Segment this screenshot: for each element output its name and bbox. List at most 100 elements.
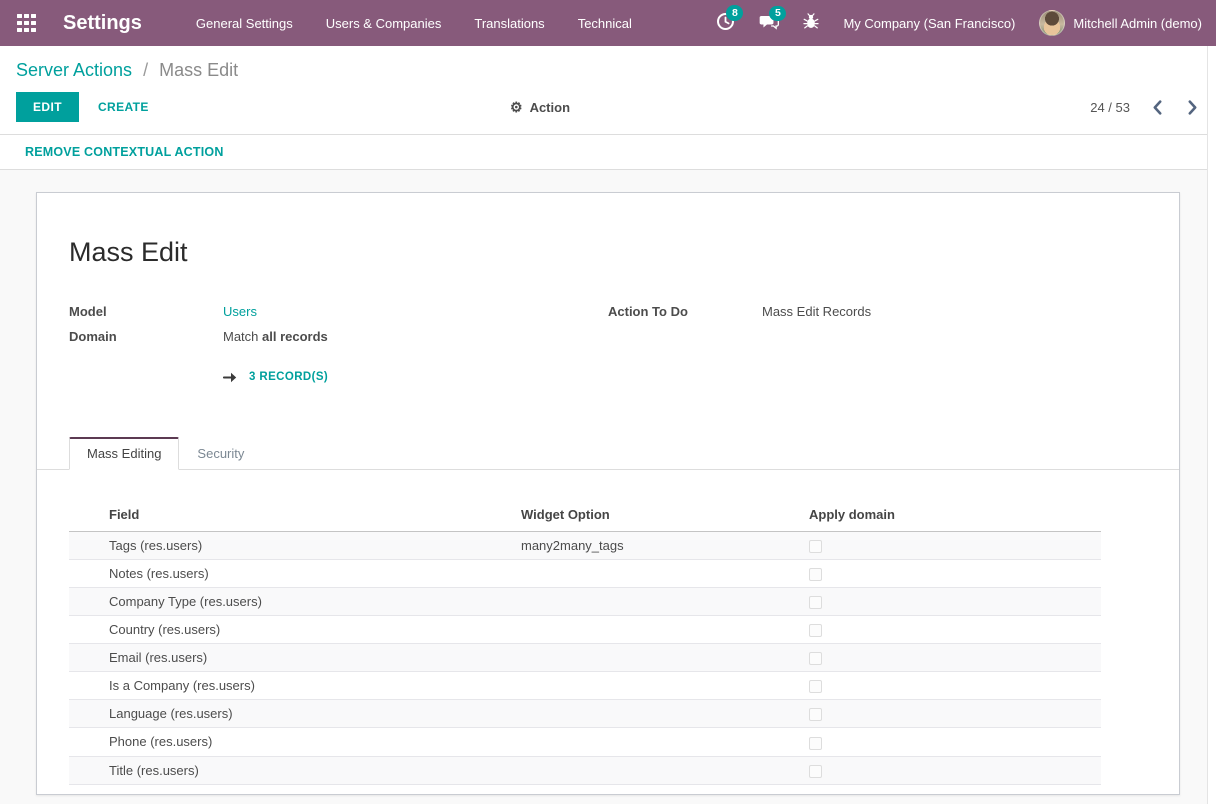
remove-contextual-action-button[interactable]: REMOVE CONTEXTUAL ACTION: [25, 145, 224, 159]
apply-domain-checkbox[interactable]: [809, 568, 822, 581]
messages-count-badge: 5: [769, 6, 786, 22]
field-cell: Language (res.users): [69, 700, 521, 728]
field-domain: Domain Match all records: [69, 329, 608, 344]
tab-security[interactable]: Security: [179, 437, 262, 470]
field-action-to-do: Action To Do Mass Edit Records: [608, 304, 1147, 319]
widget-cell: [521, 616, 809, 644]
form-sheet: Mass Edit Model Users Domain Match all r…: [36, 192, 1180, 795]
apply-domain-checkbox[interactable]: [809, 765, 822, 778]
tab-content-mass-editing: Field Widget Option Apply domain Tags (r…: [69, 470, 1147, 785]
apps-grid-icon[interactable]: [17, 14, 36, 33]
arrow-right-icon: [223, 371, 238, 384]
apply-domain-cell: [809, 756, 1101, 784]
form-view: Mass Edit Model Users Domain Match all r…: [0, 170, 1216, 804]
menu-item-technical[interactable]: Technical: [578, 16, 632, 31]
field-group-left: Model Users Domain Match all records 3 R…: [69, 304, 608, 395]
company-switcher[interactable]: My Company (San Francisco): [843, 16, 1015, 31]
menu-item-translations[interactable]: Translations: [474, 16, 544, 31]
table-row[interactable]: Title (res.users): [69, 756, 1101, 784]
widget-cell: [521, 672, 809, 700]
table-row[interactable]: Language (res.users): [69, 700, 1101, 728]
domain-value: Match all records: [223, 329, 328, 344]
table-row[interactable]: Phone (res.users): [69, 728, 1101, 756]
breadcrumb-parent[interactable]: Server Actions: [16, 60, 132, 80]
records-button[interactable]: 3 RECORD(S): [223, 370, 328, 385]
debug-button[interactable]: [803, 13, 819, 33]
records-row: 3 RECORD(S): [69, 354, 608, 385]
apply-domain-checkbox[interactable]: [809, 680, 822, 693]
table-row[interactable]: Country (res.users): [69, 616, 1101, 644]
apply-domain-cell: [809, 728, 1101, 756]
table-row[interactable]: Is a Company (res.users): [69, 672, 1101, 700]
user-menu[interactable]: Mitchell Admin (demo): [1039, 10, 1202, 36]
mass-edit-table: Field Widget Option Apply domain Tags (r…: [69, 499, 1101, 785]
edit-button[interactable]: EDIT: [16, 92, 79, 122]
menu-item-users-companies[interactable]: Users & Companies: [326, 16, 442, 31]
breadcrumb: Server Actions / Mass Edit: [16, 58, 1200, 82]
field-groups: Model Users Domain Match all records 3 R…: [69, 304, 1147, 395]
apply-domain-cell: [809, 672, 1101, 700]
field-cell: Email (res.users): [69, 644, 521, 672]
activity-count-badge: 8: [726, 5, 743, 21]
apply-domain-cell: [809, 616, 1101, 644]
user-name: Mitchell Admin (demo): [1073, 16, 1202, 31]
apply-domain-checkbox[interactable]: [809, 652, 822, 665]
table-row[interactable]: Company Type (res.users): [69, 588, 1101, 616]
control-panel: Server Actions / Mass Edit EDIT CREATE ⚙…: [0, 46, 1216, 134]
widget-cell: [521, 700, 809, 728]
table-row[interactable]: Notes (res.users): [69, 560, 1101, 588]
menu-item-general-settings[interactable]: General Settings: [196, 16, 293, 31]
action-menu-button[interactable]: ⚙ Action: [510, 100, 570, 115]
field-cell: Company Type (res.users): [69, 588, 521, 616]
apply-domain-cell: [809, 560, 1101, 588]
column-header-apply-domain[interactable]: Apply domain: [809, 499, 1101, 532]
widget-cell: [521, 756, 809, 784]
notebook-tabs: Mass EditingSecurity: [37, 437, 1179, 470]
model-label: Model: [69, 304, 223, 319]
activities-button[interactable]: 8: [716, 12, 735, 34]
table-row[interactable]: Email (res.users): [69, 644, 1101, 672]
field-model: Model Users: [69, 304, 608, 319]
create-button[interactable]: CREATE: [98, 100, 149, 114]
tab-mass-editing[interactable]: Mass Editing: [69, 437, 179, 470]
navbar-right: 8 5 My Company (San Francisco) Mitchell …: [716, 10, 1202, 36]
domain-label: Domain: [69, 329, 223, 344]
pager-next-button[interactable]: [1185, 98, 1200, 117]
apply-domain-checkbox[interactable]: [809, 596, 822, 609]
scrollbar-track[interactable]: [1207, 46, 1216, 804]
widget-cell: [521, 728, 809, 756]
top-navbar: Settings General Settings Users & Compani…: [0, 0, 1216, 46]
table-header-row: Field Widget Option Apply domain: [69, 499, 1101, 532]
field-cell: Country (res.users): [69, 616, 521, 644]
chevron-left-icon: [1152, 100, 1163, 115]
contextual-action-bar: REMOVE CONTEXTUAL ACTION: [0, 134, 1216, 170]
field-cell: Notes (res.users): [69, 560, 521, 588]
widget-cell: [521, 588, 809, 616]
apply-domain-checkbox[interactable]: [809, 540, 822, 553]
domain-value-bold: all records: [262, 329, 328, 344]
apply-domain-cell: [809, 588, 1101, 616]
model-value-link[interactable]: Users: [223, 304, 257, 319]
breadcrumb-current: Mass Edit: [159, 60, 238, 80]
breadcrumb-separator: /: [143, 60, 148, 80]
chevron-right-icon: [1187, 100, 1198, 115]
apply-domain-cell: [809, 532, 1101, 560]
widget-cell: [521, 560, 809, 588]
action-to-do-label: Action To Do: [608, 304, 762, 319]
apply-domain-checkbox[interactable]: [809, 708, 822, 721]
pager-previous-button[interactable]: [1150, 98, 1165, 117]
table-row[interactable]: Tags (res.users) many2many_tags: [69, 532, 1101, 560]
pager-value[interactable]: 24 / 53: [1090, 100, 1130, 115]
action-to-do-value: Mass Edit Records: [762, 304, 871, 319]
apply-domain-cell: [809, 644, 1101, 672]
control-panel-buttons: EDIT CREATE ⚙ Action 24 / 53: [16, 82, 1200, 134]
apply-domain-checkbox[interactable]: [809, 737, 822, 750]
pager: 24 / 53: [1090, 98, 1200, 117]
column-header-field[interactable]: Field: [69, 499, 521, 532]
messages-button[interactable]: 5: [759, 13, 779, 34]
nav-menu: General Settings Users & Companies Transla…: [196, 16, 632, 31]
app-name[interactable]: Settings: [63, 12, 142, 35]
field-cell: Phone (res.users): [69, 728, 521, 756]
column-header-widget-option[interactable]: Widget Option: [521, 499, 809, 532]
apply-domain-checkbox[interactable]: [809, 624, 822, 637]
